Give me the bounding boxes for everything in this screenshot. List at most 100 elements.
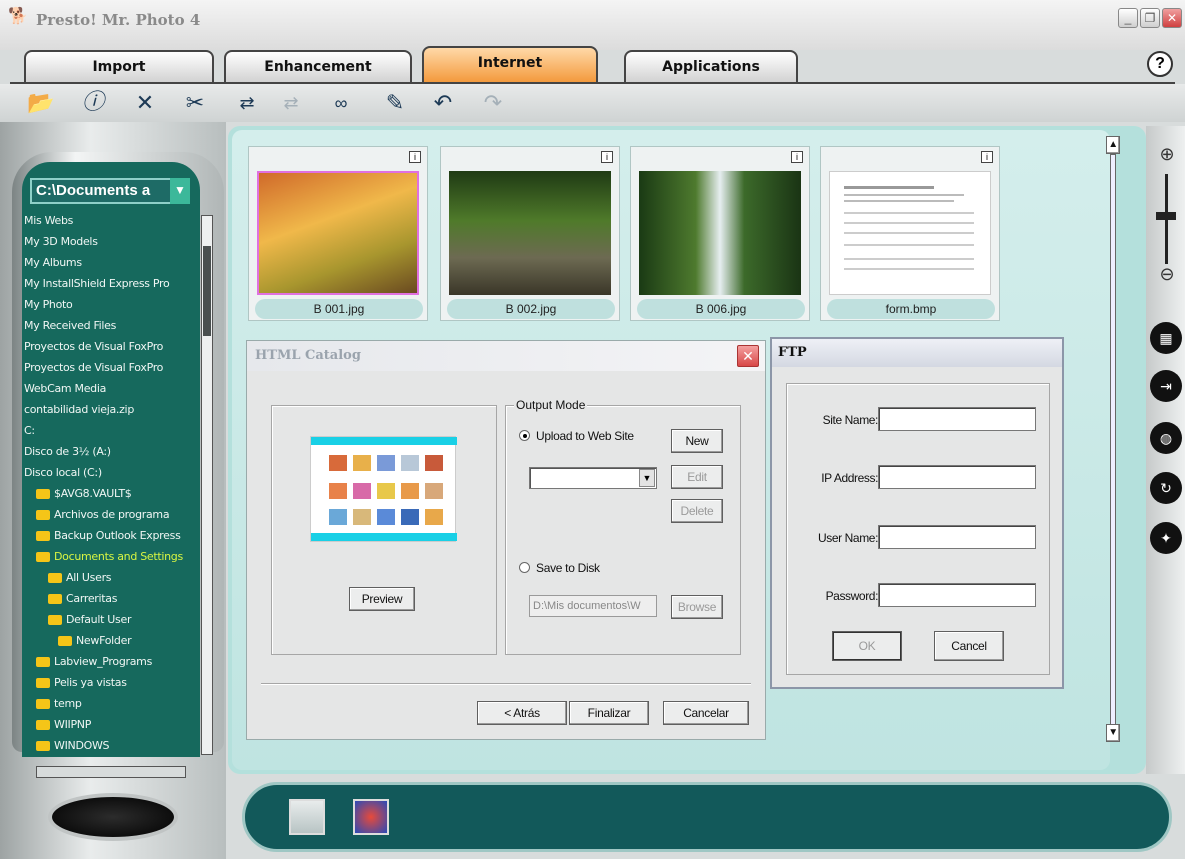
export-icon[interactable]: ⇥ <box>1150 370 1182 402</box>
tree-item[interactable]: $AVG8.VAULT$ <box>36 483 132 504</box>
folder-icon <box>58 636 72 646</box>
scroll-up-button[interactable]: ▲ <box>1106 136 1120 154</box>
tree-item[interactable]: Disco local (C:) <box>24 462 102 483</box>
refresh-icon[interactable]: ↻ <box>1150 472 1182 504</box>
globe-icon[interactable]: ◍ <box>1150 422 1182 454</box>
edit-button[interactable]: Edit <box>671 465 723 489</box>
zoom-slider-thumb[interactable] <box>1156 212 1176 220</box>
tree-item[interactable]: Proyectos de Visual FoxPro <box>24 336 163 357</box>
tab-import[interactable]: Import <box>24 50 214 82</box>
tree-item[interactable]: Archivos de programa <box>36 504 170 525</box>
tree-item[interactable]: WIIPNP <box>36 714 91 735</box>
tree-item[interactable]: Proyectos de Visual FoxPro <box>24 357 163 378</box>
calculator-icon[interactable]: ▦ <box>1150 322 1182 354</box>
tree-scrollbar[interactable] <box>201 215 213 755</box>
tree-item[interactable]: Mis Webs <box>24 210 73 231</box>
ftp-cancel-button[interactable]: Cancel <box>934 631 1004 661</box>
tree-item[interactable]: Labview_Programs <box>36 651 152 672</box>
restore-button[interactable]: ❐ <box>1140 8 1160 28</box>
convert-disabled-icon[interactable]: ⇄ <box>276 88 306 118</box>
info-icon[interactable]: i <box>981 151 993 163</box>
delete-button[interactable]: Delete <box>671 499 723 523</box>
tree-hscrollbar[interactable] <box>36 766 186 778</box>
delete-icon[interactable]: ✕ <box>130 88 160 118</box>
preview-cell <box>425 509 443 525</box>
path-dropdown[interactable]: C:\Documents a ▼ <box>30 178 190 204</box>
user-name-input[interactable] <box>878 525 1036 549</box>
tree-item-label: Proyectos de Visual FoxPro <box>24 361 164 374</box>
preview-cell <box>401 455 419 471</box>
tree-item[interactable]: WINDOWS <box>36 735 110 756</box>
ip-address-input[interactable] <box>878 465 1036 489</box>
mail-icon[interactable] <box>289 799 325 835</box>
tree-item[interactable]: My Received Files <box>24 315 116 336</box>
tree-item[interactable]: Carreritas <box>48 588 117 609</box>
share-icon[interactable]: ✦ <box>1150 522 1182 554</box>
undo-icon[interactable]: ↶ <box>428 88 458 118</box>
tree-item[interactable]: Documents and Settings <box>36 546 183 567</box>
password-label: Password: <box>825 589 879 603</box>
tree-item[interactable]: contabilidad vieja.zip <box>24 399 134 420</box>
tree-item[interactable]: My Photo <box>24 294 73 315</box>
scroll-down-button[interactable]: ▼ <box>1106 724 1120 742</box>
minimize-button[interactable]: _ <box>1118 8 1138 28</box>
tree-item[interactable]: NewFolder <box>58 630 132 651</box>
tree-item[interactable]: All Users <box>48 567 112 588</box>
glasses-icon[interactable]: ∞ <box>326 88 356 118</box>
site-name-input[interactable] <box>878 407 1036 431</box>
bottom-area <box>228 774 1185 859</box>
close-button[interactable]: ✕ <box>1162 8 1182 28</box>
back-button[interactable]: < Atrás <box>477 701 567 725</box>
tree-item[interactable]: Pelis ya vistas <box>36 672 127 693</box>
cancel-button[interactable]: Cancelar <box>663 701 749 725</box>
web-publish-icon[interactable] <box>353 799 389 835</box>
radio-dot[interactable] <box>519 562 530 573</box>
convert-icon[interactable]: ⇄ <box>232 88 262 118</box>
thumbnail-card[interactable]: i B 001.jpg <box>248 146 428 321</box>
chevron-down-icon[interactable]: ▼ <box>170 178 190 204</box>
preview-button[interactable]: Preview <box>349 587 415 611</box>
new-button[interactable]: New <box>671 429 723 453</box>
thumbnail-card[interactable]: i B 006.jpg <box>630 146 810 321</box>
save-radio[interactable]: Save to Disk <box>519 561 600 575</box>
help-button[interactable]: ? <box>1147 51 1173 77</box>
close-icon[interactable]: ✕ <box>737 345 759 367</box>
info-icon[interactable]: i <box>791 151 803 163</box>
zoom-out-icon[interactable]: ⊖ <box>1156 264 1178 286</box>
scroll-thumb[interactable] <box>203 246 211 336</box>
finish-button[interactable]: Finalizar <box>569 701 649 725</box>
radio-dot[interactable] <box>519 430 530 441</box>
cut-icon[interactable]: ✂ <box>180 88 210 118</box>
tree-item[interactable]: Backup Outlook Express <box>36 525 181 546</box>
tree-item[interactable]: My 3D Models <box>24 231 98 252</box>
tree-item[interactable]: C: <box>24 420 35 441</box>
tab-applications[interactable]: Applications <box>624 50 798 82</box>
site-select[interactable]: ▼ <box>529 467 657 489</box>
pen-icon[interactable]: ✎ <box>380 88 410 118</box>
redo-icon[interactable]: ↷ <box>478 88 508 118</box>
tab-internet[interactable]: Internet <box>422 46 598 82</box>
tab-enhancement[interactable]: Enhancement <box>224 50 412 82</box>
scroll-track[interactable] <box>1110 154 1116 734</box>
zoom-in-icon[interactable]: ⊕ <box>1156 144 1178 166</box>
upload-radio[interactable]: Upload to Web Site <box>519 429 634 443</box>
thumbnail-card[interactable]: i form.bmp <box>820 146 1000 321</box>
tree-item[interactable]: My InstallShield Express Pro <box>24 273 170 294</box>
browse-button[interactable]: Browse <box>671 595 723 619</box>
main-scrollbar[interactable]: ▲ ▼ <box>1100 136 1126 756</box>
password-input[interactable] <box>878 583 1036 607</box>
tree-item[interactable]: temp <box>36 693 82 714</box>
info-icon[interactable]: i <box>409 151 421 163</box>
save-path-field[interactable]: D:\Mis documentos\W <box>529 595 657 617</box>
open-folder-icon[interactable]: 📂 <box>26 88 56 118</box>
info-icon[interactable]: ⓘ <box>78 88 108 118</box>
ok-button[interactable]: OK <box>832 631 902 661</box>
tree-item[interactable]: Default User <box>48 609 131 630</box>
tree-item[interactable]: My Albums <box>24 252 82 273</box>
folder-tree[interactable]: C:\Documents a ▼ Mis Webs My 3D Models My … <box>22 162 200 757</box>
chevron-down-icon[interactable]: ▼ <box>639 469 655 487</box>
tree-item[interactable]: WebCam Media <box>24 378 106 399</box>
tree-item[interactable]: Disco de 3½ (A:) <box>24 441 111 462</box>
thumbnail-card[interactable]: i B 002.jpg <box>440 146 620 321</box>
info-icon[interactable]: i <box>601 151 613 163</box>
